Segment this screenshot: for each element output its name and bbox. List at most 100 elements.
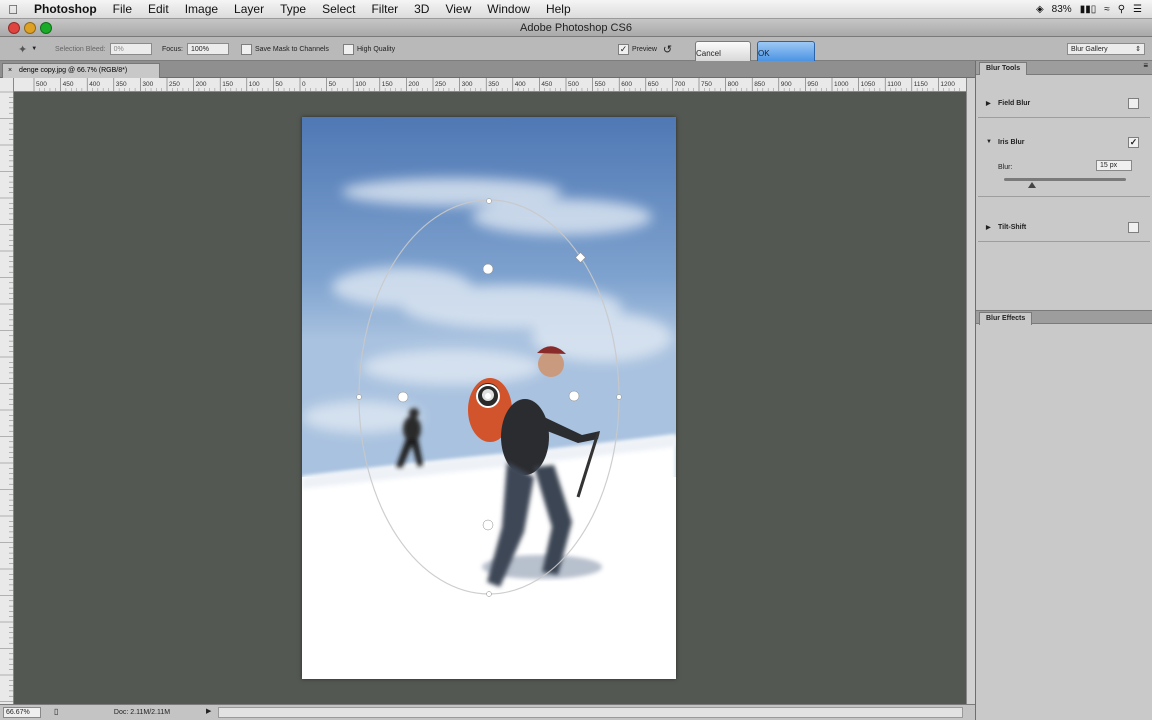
ruler-tick-label: 300 <box>142 81 153 88</box>
options-bar: ✦ ▼ Selection Bleed: 0% Focus: 100% Save… <box>0 37 1152 65</box>
selection-bleed-label: Selection Bleed: <box>55 45 106 53</box>
high-quality-label: High Quality <box>357 45 396 53</box>
ruler-tick-label: 850 <box>754 81 765 88</box>
document-tab-strip: × denge copy.jpg @ 66.7% (RGB/8*) <box>0 61 975 78</box>
menu-app-name[interactable]: Photoshop <box>26 2 105 16</box>
tool-preset-picker[interactable]: ✦ ▼ <box>18 37 37 61</box>
blur-slider-thumb[interactable] <box>1028 182 1037 188</box>
status-menu-icon[interactable]: ▯ <box>54 707 58 716</box>
blur-slider-track[interactable] <box>1004 178 1126 181</box>
ruler-tick-label: 50 <box>329 81 337 88</box>
ruler-tick-label: 400 <box>515 81 526 88</box>
divider <box>978 117 1150 118</box>
ruler-tick-label: 1100 <box>887 81 901 88</box>
field-blur-checkbox[interactable] <box>1128 98 1139 109</box>
tilt-shift-row[interactable]: ▶ Tilt-Shift <box>976 215 1152 241</box>
ruler-tick-label: 350 <box>116 81 127 88</box>
tilt-shift-checkbox[interactable] <box>1128 222 1139 233</box>
focus-field[interactable]: 100% <box>187 43 230 55</box>
high-quality-checkbox[interactable] <box>343 43 354 55</box>
horizontal-ruler[interactable]: 500 450 400 350 300 250 200 150 100 50 0 50 100 150 20… <box>14 78 966 92</box>
ruler-tick-label: 250 <box>169 81 180 88</box>
ruler-tick-label: 800 <box>728 81 739 88</box>
document-info: Doc: 2.11M/2.11M <box>113 709 171 716</box>
document-tab[interactable]: × denge copy.jpg @ 66.7% (RGB/8*) <box>2 63 160 78</box>
save-mask-label: Save Mask to Channels <box>255 45 329 53</box>
menu-select[interactable]: Select <box>314 2 363 16</box>
ruler-tick-label: 450 <box>541 81 552 88</box>
menu-image[interactable]: Image <box>177 2 226 16</box>
ruler-tick-label: 1000 <box>834 81 849 88</box>
menu-help[interactable]: Help <box>538 2 579 16</box>
menu-edit[interactable]: Edit <box>140 2 177 16</box>
blur-tools-tab[interactable]: Blur Tools <box>979 62 1028 75</box>
window-title-bar: Adobe Photoshop CS6 <box>0 19 1152 37</box>
wifi-icon[interactable]: ≈ <box>1104 4 1110 15</box>
vertical-scrollbar[interactable] <box>966 78 975 704</box>
close-tab-icon[interactable]: × <box>8 67 12 74</box>
blur-amount-label: Blur: <box>998 164 1013 171</box>
ruler-tick-label: 300 <box>462 81 473 88</box>
ruler-tick-label: 1150 <box>914 81 928 88</box>
blur-tools-empty-area <box>976 242 1152 310</box>
ruler-tick-label: 700 <box>674 81 685 88</box>
field-blur-row[interactable]: ▶ Field Blur <box>976 91 1152 117</box>
shield-icon[interactable]: ◈ <box>1036 4 1044 15</box>
field-blur-label: Field Blur <box>998 100 1031 107</box>
disclosure-down-icon[interactable]: ▼ <box>986 139 992 145</box>
ruler-tick-label: 1050 <box>861 81 876 88</box>
zoom-window-icon[interactable] <box>40 22 52 34</box>
disclosure-right-icon[interactable]: ▶ <box>986 224 991 231</box>
ruler-tick-label: 550 <box>595 81 606 88</box>
document-image[interactable] <box>302 117 676 679</box>
iris-blur-row[interactable]: ▼ Iris Blur ✓ <box>976 130 1152 156</box>
menu-3d[interactable]: 3D <box>406 2 437 16</box>
window-title: Adobe Photoshop CS6 <box>520 22 632 34</box>
disclosure-right-icon[interactable]: ▶ <box>986 100 991 107</box>
battery-icon[interactable]: ▮▮▯ <box>1080 4 1097 15</box>
blur-amount-field[interactable]: 15 px <box>1096 160 1132 171</box>
selection-bleed-field[interactable]: 0% <box>109 43 152 55</box>
minimize-window-icon[interactable] <box>24 22 36 34</box>
vertical-ruler[interactable] <box>0 78 14 704</box>
zoom-level-field[interactable]: 66.67% <box>3 707 41 718</box>
document-tab-label: denge copy.jpg @ 66.7% (RGB/8*) <box>19 67 128 74</box>
blur-gallery-panels: Blur Tools ≡ ▶ Field Blur ▼ Iris Blur ✓ … <box>975 61 1152 720</box>
status-menu-area: ◈ 83% ▮▮▯ ≈ ⚲ ☰ <box>1036 4 1152 15</box>
close-window-icon[interactable] <box>8 22 20 34</box>
ruler-tick-label: 50 <box>275 81 283 88</box>
menu-window[interactable]: Window <box>479 2 538 16</box>
menu-filter[interactable]: Filter <box>363 2 406 16</box>
workspace-dropdown[interactable]: Blur Gallery ⇕ <box>1067 43 1145 55</box>
menu-bar:  Photoshop File Edit Image Layer Type S… <box>0 0 1152 19</box>
ruler-tick-label: 150 <box>382 81 393 88</box>
ruler-tick-label: 750 <box>701 81 712 88</box>
preview-checkbox[interactable]: ✓ <box>618 43 629 55</box>
ruler-tick-label: 650 <box>648 81 659 88</box>
ruler-tick-label: 100 <box>249 81 260 88</box>
apple-logo-icon[interactable]:  <box>0 2 26 17</box>
menu-layer[interactable]: Layer <box>226 2 272 16</box>
ruler-tick-label: 950 <box>807 81 818 88</box>
ruler-tick-label: 100 <box>355 81 366 88</box>
chevron-right-icon[interactable]: ▶ <box>206 707 211 715</box>
panel-menu-icon[interactable]: ≡ <box>1143 61 1148 70</box>
focus-label: Focus: <box>162 45 184 53</box>
save-mask-checkbox[interactable] <box>241 43 252 55</box>
menu-view[interactable]: View <box>437 2 479 16</box>
list-icon[interactable]: ☰ <box>1133 4 1142 15</box>
horizontal-scrollbar[interactable] <box>218 707 963 718</box>
chevron-down-icon: ▼ <box>31 46 38 52</box>
blur-effects-tab[interactable]: Blur Effects <box>979 312 1033 325</box>
chevron-updown-icon: ⇕ <box>1135 46 1141 53</box>
menu-type[interactable]: Type <box>272 2 314 16</box>
iris-blur-label: Iris Blur <box>998 139 1025 146</box>
menu-file[interactable]: File <box>105 2 140 16</box>
ruler-tick-label: 1200 <box>940 81 955 88</box>
ruler-tick-label: 500 <box>36 81 47 88</box>
reset-icon[interactable]: ↺ <box>663 43 672 56</box>
ruler-tick-label: 250 <box>435 81 446 88</box>
ruler-tick-label: 400 <box>89 81 100 88</box>
iris-blur-checkbox[interactable]: ✓ <box>1128 137 1139 148</box>
search-icon[interactable]: ⚲ <box>1118 4 1125 15</box>
